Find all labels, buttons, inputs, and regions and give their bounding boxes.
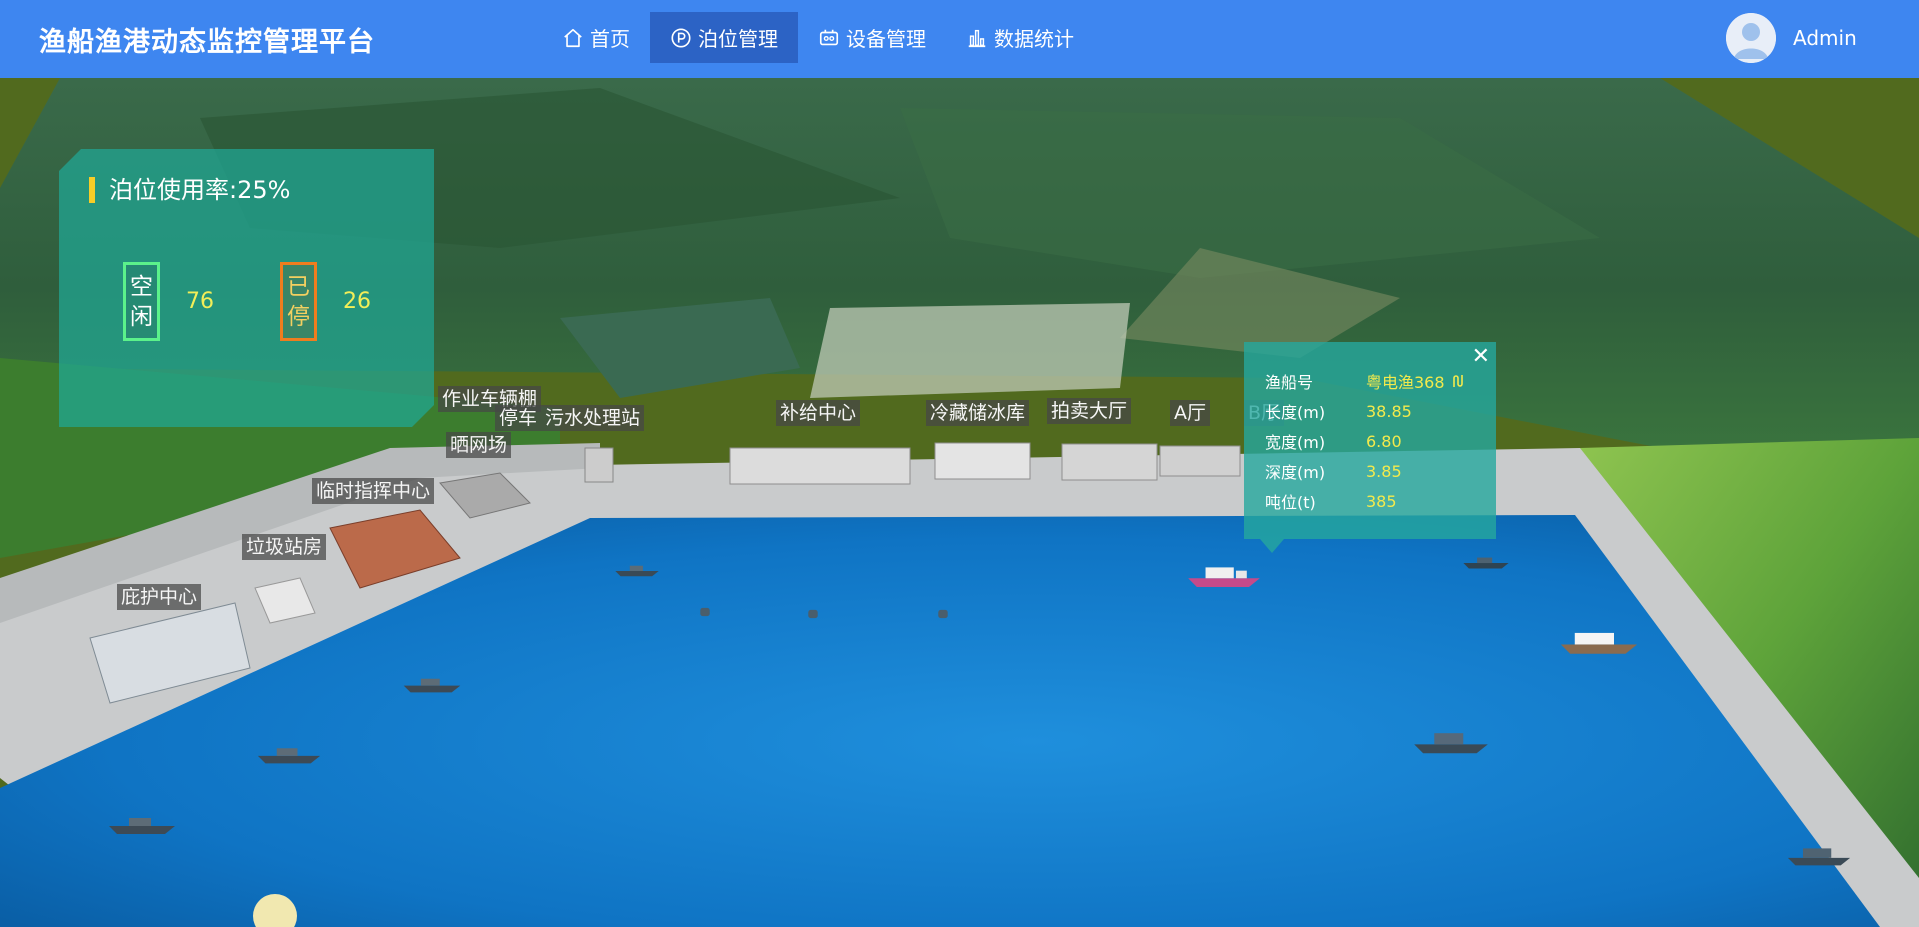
occupied-berth-stat: 已 停 26 xyxy=(280,262,371,341)
occupied-count: 26 xyxy=(343,289,371,314)
map-label-cold-storage: 冷藏储冰库 xyxy=(926,400,1030,426)
berth-usage-panel: 泊位使用率:25% 空 闲 76 已 停 26 xyxy=(59,149,434,427)
vessel-marker[interactable] xyxy=(932,602,954,626)
map-label-garbage: 垃圾站房 xyxy=(242,534,327,560)
nav-item-label: 数据统计 xyxy=(994,27,1074,51)
map-label-sewage: 污水处理站 xyxy=(541,405,645,431)
vessel-key: 渔船号 xyxy=(1265,373,1314,392)
vessel-row-id: 渔船号 粤电渔368 xyxy=(1265,369,1467,393)
map-label-hall-a: A厅 xyxy=(1170,400,1210,426)
vessel-marker-selected[interactable] xyxy=(1186,560,1262,590)
map-label-net-drying: 晒网场 xyxy=(446,432,512,458)
vessel-marker[interactable] xyxy=(694,600,716,624)
vessel-value: 6.80 xyxy=(1366,431,1402,451)
vessel-key: 宽度(m) xyxy=(1265,433,1326,452)
map-label-supply: 补给中心 xyxy=(776,400,861,426)
device-icon xyxy=(818,27,840,49)
nav-item-device-management[interactable]: 设备管理 xyxy=(798,12,946,63)
idle-berth-stat: 空 闲 76 xyxy=(123,262,214,341)
occupied-label-char: 停 xyxy=(287,303,310,330)
vessel-marker[interactable] xyxy=(1786,840,1852,870)
idle-label-char: 闲 xyxy=(130,303,153,330)
nav-item-statistics[interactable]: 数据统计 xyxy=(946,12,1094,63)
vessel-marker[interactable] xyxy=(1558,626,1640,656)
vessel-id-value: 粤电渔368 xyxy=(1366,373,1445,392)
nav-item-berth-management[interactable]: 泊位管理 xyxy=(650,12,798,63)
nav-item-label: 泊位管理 xyxy=(698,27,778,51)
berth-usage-title: 泊位使用率:25% xyxy=(89,177,290,203)
close-icon[interactable]: ✕ xyxy=(1472,344,1490,369)
vessel-marker[interactable] xyxy=(104,810,180,836)
main-nav: 首页 泊位管理 设备管理 数据统计 xyxy=(542,12,1094,63)
map-label-temp-command: 临时指挥中心 xyxy=(312,478,435,504)
nav-item-label: 首页 xyxy=(590,27,630,51)
vessel-key: 长度(m) xyxy=(1265,403,1326,422)
home-icon xyxy=(562,27,584,49)
nav-item-label: 设备管理 xyxy=(846,27,926,51)
idle-badge: 空 闲 xyxy=(123,262,160,341)
vessel-marker[interactable] xyxy=(1412,726,1490,756)
top-navigation-bar: 渔船渔港动态监控管理平台 首页 泊位管理 设备管理 数据统计 Admin xyxy=(0,0,1919,78)
vessel-row-tonnage: 吨位(t) 385 xyxy=(1265,489,1397,513)
vessel-key: 吨位(t) xyxy=(1265,493,1316,512)
vessel-value: 粤电渔368 xyxy=(1366,369,1467,393)
user-menu[interactable]: Admin xyxy=(1726,13,1857,63)
occupied-badge: 已 停 xyxy=(280,262,317,341)
vessel-value: 3.85 xyxy=(1366,461,1402,481)
map-label-shelter: 庇护中心 xyxy=(117,584,202,610)
occupied-label-char: 已 xyxy=(287,273,310,300)
user-avatar-icon[interactable] xyxy=(1726,13,1776,63)
vessel-value: 38.85 xyxy=(1366,401,1412,421)
idle-count: 76 xyxy=(186,289,214,314)
map-label-auction: 拍卖大厅 xyxy=(1047,398,1132,424)
vessel-row-width: 宽度(m) 6.80 xyxy=(1265,429,1402,453)
vessel-marker[interactable] xyxy=(614,556,660,582)
vessel-marker[interactable] xyxy=(802,602,824,626)
bar-chart-icon xyxy=(966,27,988,49)
vessel-marker[interactable] xyxy=(1462,548,1510,574)
vessel-key: 深度(m) xyxy=(1265,463,1326,482)
idle-label-char: 空 xyxy=(130,273,153,300)
username: Admin xyxy=(1793,26,1857,50)
parking-icon xyxy=(670,27,692,49)
vessel-marker[interactable] xyxy=(256,740,322,766)
vessel-row-length: 长度(m) 38.85 xyxy=(1265,399,1412,423)
track-icon[interactable] xyxy=(1451,373,1467,389)
app-title: 渔船渔港动态监控管理平台 xyxy=(39,27,375,58)
vessel-row-depth: 深度(m) 3.85 xyxy=(1265,459,1402,483)
nav-item-home[interactable]: 首页 xyxy=(542,12,650,63)
map-label-parking: 停车 xyxy=(495,405,542,431)
vessel-value: 385 xyxy=(1366,491,1397,511)
vessel-info-popup: ✕ 渔船号 粤电渔368 长度(m) 38.85 宽度(m) 6.80 深度(m… xyxy=(1244,342,1496,553)
vessel-marker[interactable] xyxy=(402,670,462,696)
